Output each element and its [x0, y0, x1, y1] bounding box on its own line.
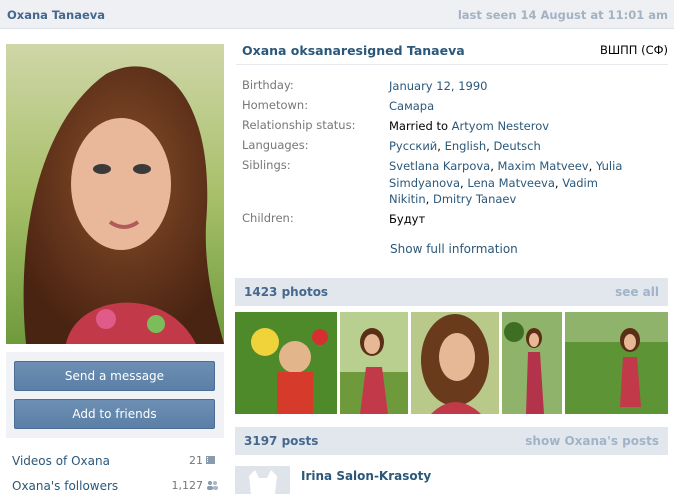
topbar-name[interactable]: Oxana Tanaeva: [7, 8, 105, 22]
followers-icon: [206, 480, 218, 490]
sibling-link[interactable]: Dmitry Tanaev: [433, 192, 516, 206]
photo-thumbnail[interactable]: [340, 312, 408, 414]
spouse-link[interactable]: Artyom Nesterov: [452, 119, 549, 133]
photo-thumbnail[interactable]: [235, 312, 337, 414]
show-full-info-link[interactable]: Show full information: [390, 242, 518, 256]
relationship-value: Married to Artyom Nesterov: [389, 118, 549, 135]
relationship-label: Relationship status:: [242, 118, 356, 132]
videos-label[interactable]: Videos of Oxana: [12, 454, 110, 468]
languages-value: Русский, English, Deutsch: [389, 139, 541, 153]
birthday-value[interactable]: January 12, 1990: [389, 78, 487, 95]
send-message-button[interactable]: Send a message: [14, 361, 215, 391]
photo-thumbnail[interactable]: [411, 312, 499, 414]
language-link[interactable]: English: [445, 139, 487, 153]
videos-link[interactable]: Videos of Oxana 21: [12, 454, 216, 468]
hometown-value[interactable]: Самара: [389, 98, 434, 115]
photos-count[interactable]: 1423 photos: [244, 285, 328, 299]
children-label: Children:: [242, 211, 294, 225]
followers-link[interactable]: Oxana's followers 1,127: [12, 479, 218, 493]
languages-label: Languages:: [242, 138, 309, 152]
language-link[interactable]: Deutsch: [493, 139, 540, 153]
profile-avatar[interactable]: [6, 44, 224, 344]
photos-header[interactable]: 1423 photos see all: [235, 278, 668, 306]
photo-thumbnail[interactable]: [502, 312, 562, 414]
hometown-label: Hometown:: [242, 98, 309, 112]
see-all-photos-link[interactable]: see all: [615, 285, 659, 299]
sibling-link[interactable]: Svetlana Karpova: [389, 159, 490, 173]
post-author-name[interactable]: Irina Salon-Krasoty: [301, 469, 431, 483]
sibling-link[interactable]: Maxim Matveev: [498, 159, 589, 173]
photo-strip: [235, 312, 668, 414]
sibling-link[interactable]: Lena Matveeva: [467, 176, 555, 190]
children-value: Будут: [389, 212, 426, 226]
info-divider: [236, 64, 668, 65]
university-label[interactable]: ВШПП (СФ): [600, 43, 668, 57]
followers-count: 1,127: [172, 479, 218, 492]
birthday-label: Birthday:: [242, 78, 294, 92]
siblings-label: Siblings:: [242, 158, 291, 172]
last-seen-status: last seen 14 August at 11:01 am: [457, 8, 668, 22]
post-author-avatar[interactable]: [235, 466, 290, 494]
followers-label[interactable]: Oxana's followers: [12, 479, 118, 493]
show-posts-link[interactable]: show Oxana's posts: [525, 434, 659, 448]
profile-full-name: Oxana oksanaresigned Tanaeva: [242, 43, 465, 58]
posts-count[interactable]: 3197 posts: [244, 434, 318, 448]
relationship-prefix: Married to: [389, 119, 448, 133]
videos-count: 21: [189, 454, 216, 467]
siblings-value: Svetlana Karpova, Maxim Matveev, Yulia S…: [389, 159, 623, 206]
posts-header[interactable]: 3197 posts show Oxana's posts: [235, 427, 668, 455]
language-link[interactable]: Русский: [389, 139, 437, 153]
profile-actions: Send a message Add to friends: [6, 352, 224, 438]
add-to-friends-button[interactable]: Add to friends: [14, 399, 215, 429]
video-icon: [206, 455, 216, 465]
profile-topbar: Oxana Tanaeva last seen 14 August at 11:…: [0, 0, 674, 29]
photo-thumbnail[interactable]: [565, 312, 668, 414]
